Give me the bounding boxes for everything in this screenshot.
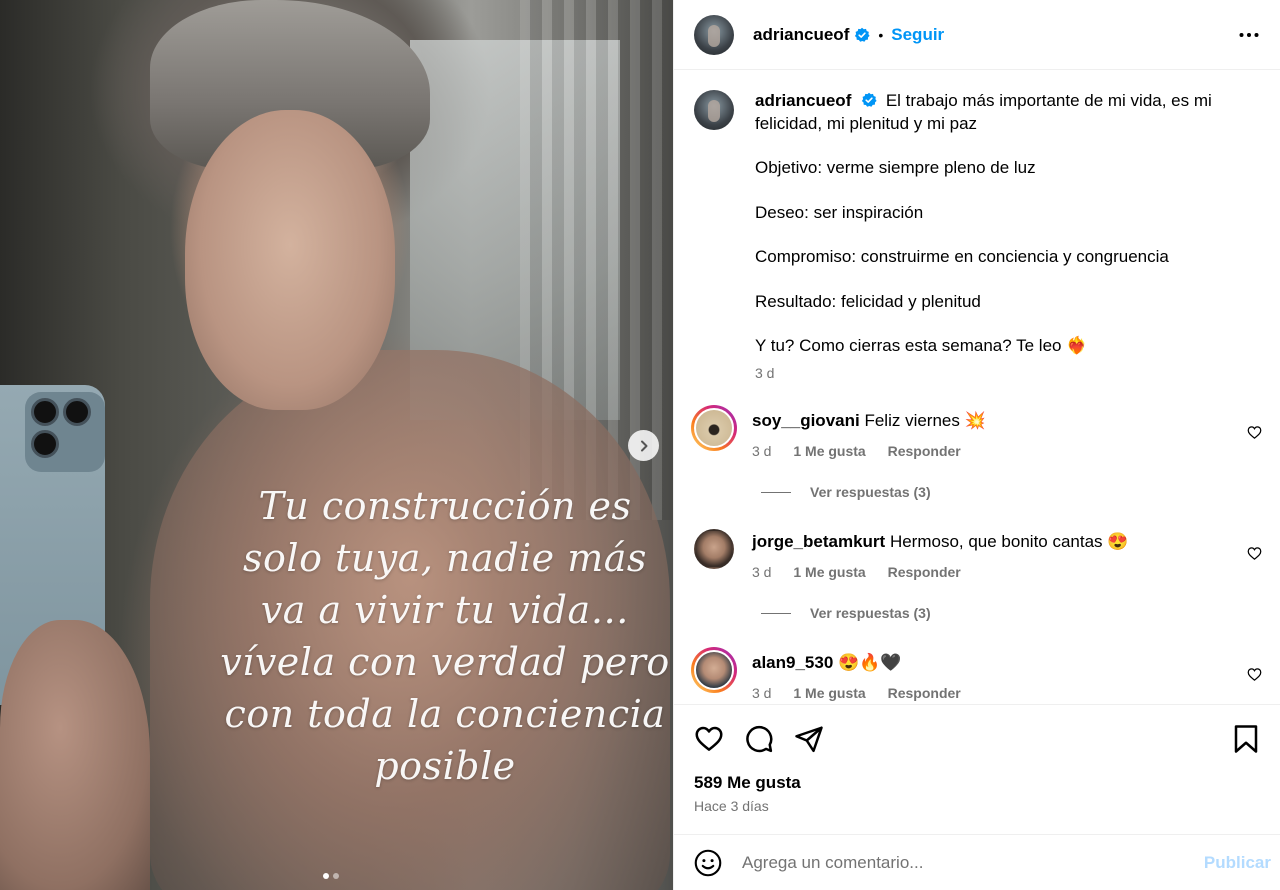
post-actions: 589 Me gusta Hace 3 días (674, 704, 1280, 814)
likes-count[interactable]: 589 Me gusta (694, 773, 1260, 793)
carousel-dots (323, 873, 339, 879)
caption-objective: Objetivo: verme siempre pleno de luz (755, 158, 1036, 177)
commenter-username[interactable]: alan9_530 (752, 653, 833, 672)
view-replies-button[interactable]: Ver respuestas (3) (674, 484, 1280, 500)
comment-input[interactable] (742, 852, 1204, 873)
caption-author-avatar[interactable] (694, 90, 734, 130)
post-date[interactable]: Hace 3 días (694, 798, 1260, 814)
comment-item: soy__giovani Feliz viernes 💥 3 d 1 Me gu… (674, 405, 1280, 459)
more-options-icon[interactable] (1238, 24, 1260, 46)
comment-bubble-icon (746, 725, 773, 752)
comment-likes[interactable]: 1 Me gusta (793, 443, 865, 459)
bookmark-icon (1234, 724, 1258, 753)
like-button[interactable] (694, 724, 724, 754)
photo-phone-camera (25, 392, 105, 472)
view-replies-button[interactable]: Ver respuestas (3) (674, 605, 1280, 621)
comment-likes[interactable]: 1 Me gusta (793, 685, 865, 701)
replies-line (761, 612, 791, 614)
chevron-right-icon (640, 440, 647, 451)
author-username[interactable]: adriancueof (753, 25, 849, 45)
caption-author-username[interactable]: adriancueof (755, 91, 851, 110)
photo-hand (0, 620, 150, 890)
caption-commitment: Compromiso: construirme en conciencia y … (755, 247, 1169, 266)
post-media[interactable]: Tu construcción es solo tuya, nadie más … (0, 0, 673, 890)
share-button[interactable] (794, 724, 824, 754)
send-icon (795, 726, 823, 752)
commenter-username[interactable]: soy__giovani (752, 411, 860, 430)
comment-button[interactable] (744, 724, 774, 754)
comment-meta: 3 d 1 Me gusta Responder (752, 564, 1260, 580)
caption-timestamp[interactable]: 3 d (755, 362, 1230, 385)
comment-time[interactable]: 3 d (752, 685, 771, 701)
post-details-panel: adriancueof • Seguir adriancueof El trab… (673, 0, 1280, 890)
commenter-avatar[interactable] (691, 647, 737, 693)
save-button[interactable] (1232, 724, 1260, 754)
reply-button[interactable]: Responder (888, 443, 961, 459)
action-icons-row (694, 705, 1260, 772)
like-comment-heart-icon[interactable] (1247, 667, 1262, 682)
comment-text: 😍🔥🖤 (838, 653, 902, 672)
comment-text: Feliz viernes 💥 (864, 411, 986, 430)
comment-item: jorge_betamkurt Hermoso, que bonito cant… (674, 529, 1280, 580)
view-replies-label[interactable]: Ver respuestas (3) (810, 605, 931, 621)
commenter-avatar[interactable] (691, 526, 737, 572)
verified-badge-icon (861, 92, 877, 107)
post-caption: adriancueof El trabajo más importante de… (674, 70, 1280, 384)
comment-text: Hermoso, que bonito cantas 😍 (889, 532, 1129, 551)
carousel-dot-active (323, 873, 329, 879)
follow-button[interactable]: Seguir (891, 25, 944, 45)
comment-time[interactable]: 3 d (752, 443, 771, 459)
comment-meta: 3 d 1 Me gusta Responder (752, 443, 1260, 459)
carousel-dot (333, 873, 339, 879)
caption-desire: Deseo: ser inspiración (755, 202, 924, 222)
heart-icon (695, 726, 723, 751)
comments-scroll-area[interactable]: adriancueof El trabajo más importante de… (674, 70, 1280, 704)
reply-button[interactable]: Responder (888, 685, 961, 701)
next-slide-button[interactable] (628, 430, 659, 461)
comment-time[interactable]: 3 d (752, 564, 771, 580)
like-comment-heart-icon[interactable] (1247, 546, 1262, 561)
reply-button[interactable]: Responder (888, 564, 961, 580)
verified-badge-icon (855, 27, 870, 42)
comment-meta: 3 d 1 Me gusta Responder (752, 685, 1260, 701)
view-replies-label[interactable]: Ver respuestas (3) (810, 484, 931, 500)
emoji-button[interactable] (694, 849, 722, 877)
add-comment-bar: Publicar (674, 834, 1280, 890)
media-quote-text: Tu construcción es solo tuya, nadie más … (220, 484, 670, 788)
replies-line (761, 491, 791, 493)
commenter-username[interactable]: jorge_betamkurt (752, 532, 885, 551)
photo-face (185, 110, 395, 410)
author-avatar[interactable] (694, 14, 734, 55)
caption-question: Y tu? Como cierras esta semana? Te leo ❤… (755, 336, 1088, 355)
caption-result: Resultado: felicidad y plenitud (755, 291, 981, 311)
commenter-avatar[interactable] (691, 405, 737, 451)
post-header: adriancueof • Seguir (674, 0, 1280, 70)
comment-item: alan9_530 😍🔥🖤 3 d 1 Me gusta Responder (674, 647, 1280, 701)
emoji-smiley-icon (694, 849, 722, 876)
comment-likes[interactable]: 1 Me gusta (793, 564, 865, 580)
like-comment-heart-icon[interactable] (1247, 425, 1262, 440)
header-separator: • (878, 26, 884, 43)
publish-button[interactable]: Publicar (1204, 853, 1271, 873)
